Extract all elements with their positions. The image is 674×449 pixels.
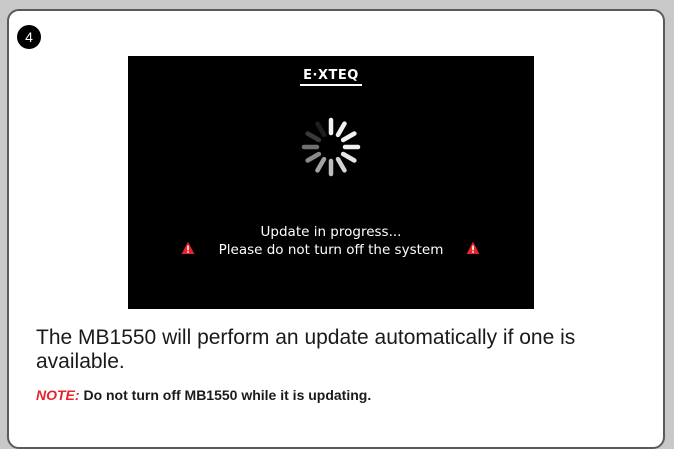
warning-triangle-icon: [466, 241, 480, 254]
device-screen: E·XTEQ Update in progress... Please do n…: [128, 56, 534, 309]
note-text: Do not turn off MB1550 while it is updat…: [83, 387, 372, 403]
note-label: NOTE:: [36, 387, 80, 403]
logo-text: E·XTEQ: [300, 69, 362, 86]
update-description: The MB1550 will perform an update automa…: [36, 326, 576, 373]
update-status-text: Update in progress...: [260, 224, 402, 240]
exteq-logo: E·XTEQ: [128, 68, 534, 86]
loading-spinner-icon: [301, 117, 361, 177]
step-number-badge: 4: [17, 25, 41, 49]
warning-triangle-icon: [181, 241, 195, 254]
note: NOTE: Do not turn off MB1550 while it is…: [36, 387, 371, 403]
